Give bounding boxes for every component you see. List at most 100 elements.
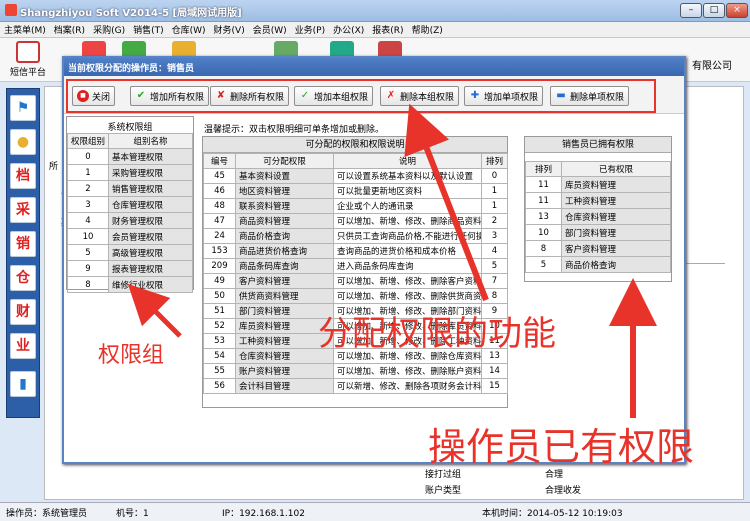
group-id: 3	[66, 196, 110, 213]
perm-id: 53	[203, 333, 236, 349]
group-id: 5	[66, 244, 110, 261]
group-row[interactable]: 5 高级管理权限	[66, 244, 193, 261]
menu-item[interactable]: 仓库(W)	[168, 22, 210, 37]
permission-row[interactable]: 45 基本资料设置 可以设置系统基本资料以及默认设置 0	[203, 168, 508, 184]
left-nav-bar: ⚑ ● 档 采 销 仓 财 业 ▮	[6, 88, 40, 418]
maximize-button[interactable]: □	[703, 3, 725, 18]
perm-id: 153	[203, 243, 236, 259]
group-row[interactable]: 9 报表管理权限	[66, 260, 193, 277]
assignable-title: 可分配的权限和权限说明	[203, 137, 507, 153]
perm-name: 供货商资料管理	[235, 288, 334, 304]
status-ip: IP：192.168.1.102	[222, 509, 305, 519]
groups-table: 权限组别 组别名称 0 基本管理权限 1 采购管理权限 2 销售管理权限 3 仓库管理权限 4 财…	[66, 133, 193, 293]
owned-name: 库员资料管理	[561, 176, 671, 193]
permission-row[interactable]: 153 商品进货价格查询 查询商品的进货价格和成本价格 4	[203, 243, 508, 259]
menu-item[interactable]: 财务(V)	[210, 22, 249, 37]
group-id: 9	[66, 260, 110, 277]
perm-id: 47	[203, 213, 236, 229]
bg-label: 所	[49, 162, 59, 172]
group-name: 基本管理权限	[108, 148, 193, 165]
group-row[interactable]: 2 销售管理权限	[66, 180, 193, 197]
warehouse-nav-button[interactable]: 仓	[10, 265, 36, 291]
permission-row[interactable]: 47 商品资料管理 可以增加、新增、修改、删除商品资料 2	[203, 213, 508, 229]
permission-row[interactable]: 48 联系资料管理 企业或个人的通讯录 1	[203, 198, 508, 214]
owned-row[interactable]: 5 商品价格查询	[525, 256, 671, 273]
menu-item[interactable]: 业务(P)	[291, 22, 329, 37]
owned-row[interactable]: 8 客户资料管理	[525, 240, 671, 257]
minimize-button[interactable]: –	[680, 3, 702, 18]
exit-door-icon[interactable]: ▮	[10, 371, 36, 397]
tip-text: 温馨提示：双击权限明细可单条增加或删除。	[204, 125, 385, 135]
menu-item[interactable]: 主菜单(M)	[0, 22, 50, 37]
owned-annotation: 操作员已有权限	[428, 425, 695, 469]
group-row[interactable]: 4 财务管理权限	[66, 212, 193, 229]
owned-row[interactable]: 11 工种资料管理	[525, 192, 671, 209]
group-id: 2	[66, 180, 110, 197]
group-row[interactable]: 0 基本管理权限	[66, 148, 193, 165]
permission-row[interactable]: 50 供货商资料管理 可以增加、新增、修改、删除供货商资料 8	[203, 288, 508, 304]
owned-row[interactable]: 11 库员资料管理	[525, 176, 671, 193]
owned-row[interactable]: 13 仓库资料管理	[525, 208, 671, 225]
owned-order: 11	[525, 192, 562, 209]
owned-order: 8	[525, 240, 562, 257]
perm-name: 联系资料管理	[235, 198, 334, 214]
permission-row[interactable]: 56 会计科目管理 可以新增、修改、删除各项财务会计科目 15	[203, 378, 508, 394]
col-header: 权限组别	[66, 133, 110, 149]
perm-id: 48	[203, 198, 236, 214]
owned-panel: 销售员已拥有权限 排列 已有权限 11 库员资料管理 11 工种资料管理 13 仓库资料管…	[524, 136, 672, 282]
permission-row[interactable]: 49 客户资料管理 可以增加、新增、修改、删除客户资料 7	[203, 273, 508, 289]
perm-desc: 进入商品条码库查询	[333, 258, 482, 274]
permission-row[interactable]: 209 商品条码库查询 进入商品条码库查询 5	[203, 258, 508, 274]
business-nav-button[interactable]: 业	[10, 333, 36, 359]
group-row[interactable]: 8 维修行业权限	[66, 276, 193, 293]
sms-platform-button[interactable]: 短信平台	[6, 41, 50, 78]
owned-row[interactable]: 10 部门资料管理	[525, 224, 671, 241]
group-row[interactable]: 1 采购管理权限	[66, 164, 193, 181]
status-operator: 操作员：系统管理员	[6, 509, 88, 519]
col-header: 组别名称	[108, 133, 193, 149]
menu-item[interactable]: 采购(G)	[89, 22, 129, 37]
menu-item[interactable]: 报表(R)	[368, 22, 407, 37]
perm-order: 1	[481, 198, 508, 214]
menu-item[interactable]: 档案(R)	[50, 22, 89, 37]
sales-nav-button[interactable]: 销	[10, 231, 36, 257]
purchase-nav-button[interactable]: 采	[10, 197, 36, 223]
app-icon	[5, 4, 17, 16]
menu-bar: 主菜单(M) 档案(R) 采购(G) 销售(T) 仓库(W) 财务(V) 会员(W) 业务(P…	[0, 22, 750, 38]
owned-name: 仓库资料管理	[561, 208, 671, 225]
status-time: 本机时间：2014-05-12 10:19:03	[482, 509, 623, 519]
archive-nav-button[interactable]: 档	[10, 163, 36, 189]
col-header: 可分配权限	[235, 153, 334, 169]
owned-name: 客户资料管理	[561, 240, 671, 257]
flag-nav-icon[interactable]: ⚑	[10, 95, 36, 121]
owned-table: 排列 已有权限 11 库员资料管理 11 工种资料管理 13 仓库资料管理 10 部门资料管理…	[525, 161, 671, 273]
owned-title: 销售员已拥有权限	[525, 137, 671, 153]
perm-order: 4	[481, 243, 508, 259]
owned-order: 5	[525, 256, 562, 273]
group-row[interactable]: 10 会员管理权限	[66, 228, 193, 245]
close-window-button[interactable]: ×	[726, 3, 748, 18]
perm-name: 账户资料管理	[235, 363, 334, 379]
perm-desc: 企业或个人的通讯录	[333, 198, 482, 214]
menu-item[interactable]: 销售(T)	[129, 22, 168, 37]
finance-nav-button[interactable]: 财	[10, 299, 36, 325]
assign-annotation: 分配权限的功能	[318, 314, 556, 354]
menu-item[interactable]: 办公(X)	[329, 22, 368, 37]
col-header: 说明	[333, 153, 482, 169]
permission-row[interactable]: 24 商品价格查询 只供员工查询商品价格,不能进行任何操作 3	[203, 228, 508, 244]
menu-item[interactable]: 会员(W)	[249, 22, 291, 37]
menu-item[interactable]: 帮助(Z)	[408, 22, 447, 37]
perm-desc: 可以设置系统基本资料以及默认设置	[333, 168, 482, 184]
col-header: 排列	[525, 161, 562, 177]
group-name: 采购管理权限	[108, 164, 193, 181]
perm-name: 会计科目管理	[235, 378, 334, 394]
perm-id: 51	[203, 303, 236, 319]
permission-row[interactable]: 46 地区资料管理 可以批量更新地区资料 1	[203, 183, 508, 199]
perm-id: 45	[203, 168, 236, 184]
group-name: 财务管理权限	[108, 212, 193, 229]
group-row[interactable]: 3 仓库管理权限	[66, 196, 193, 213]
permission-row[interactable]: 55 账户资料管理 可以增加、新增、修改、删除账户资料 14	[203, 363, 508, 379]
lightbulb-nav-icon[interactable]: ●	[10, 129, 36, 155]
perm-name: 基本资料设置	[235, 168, 334, 184]
group-id: 0	[66, 148, 110, 165]
